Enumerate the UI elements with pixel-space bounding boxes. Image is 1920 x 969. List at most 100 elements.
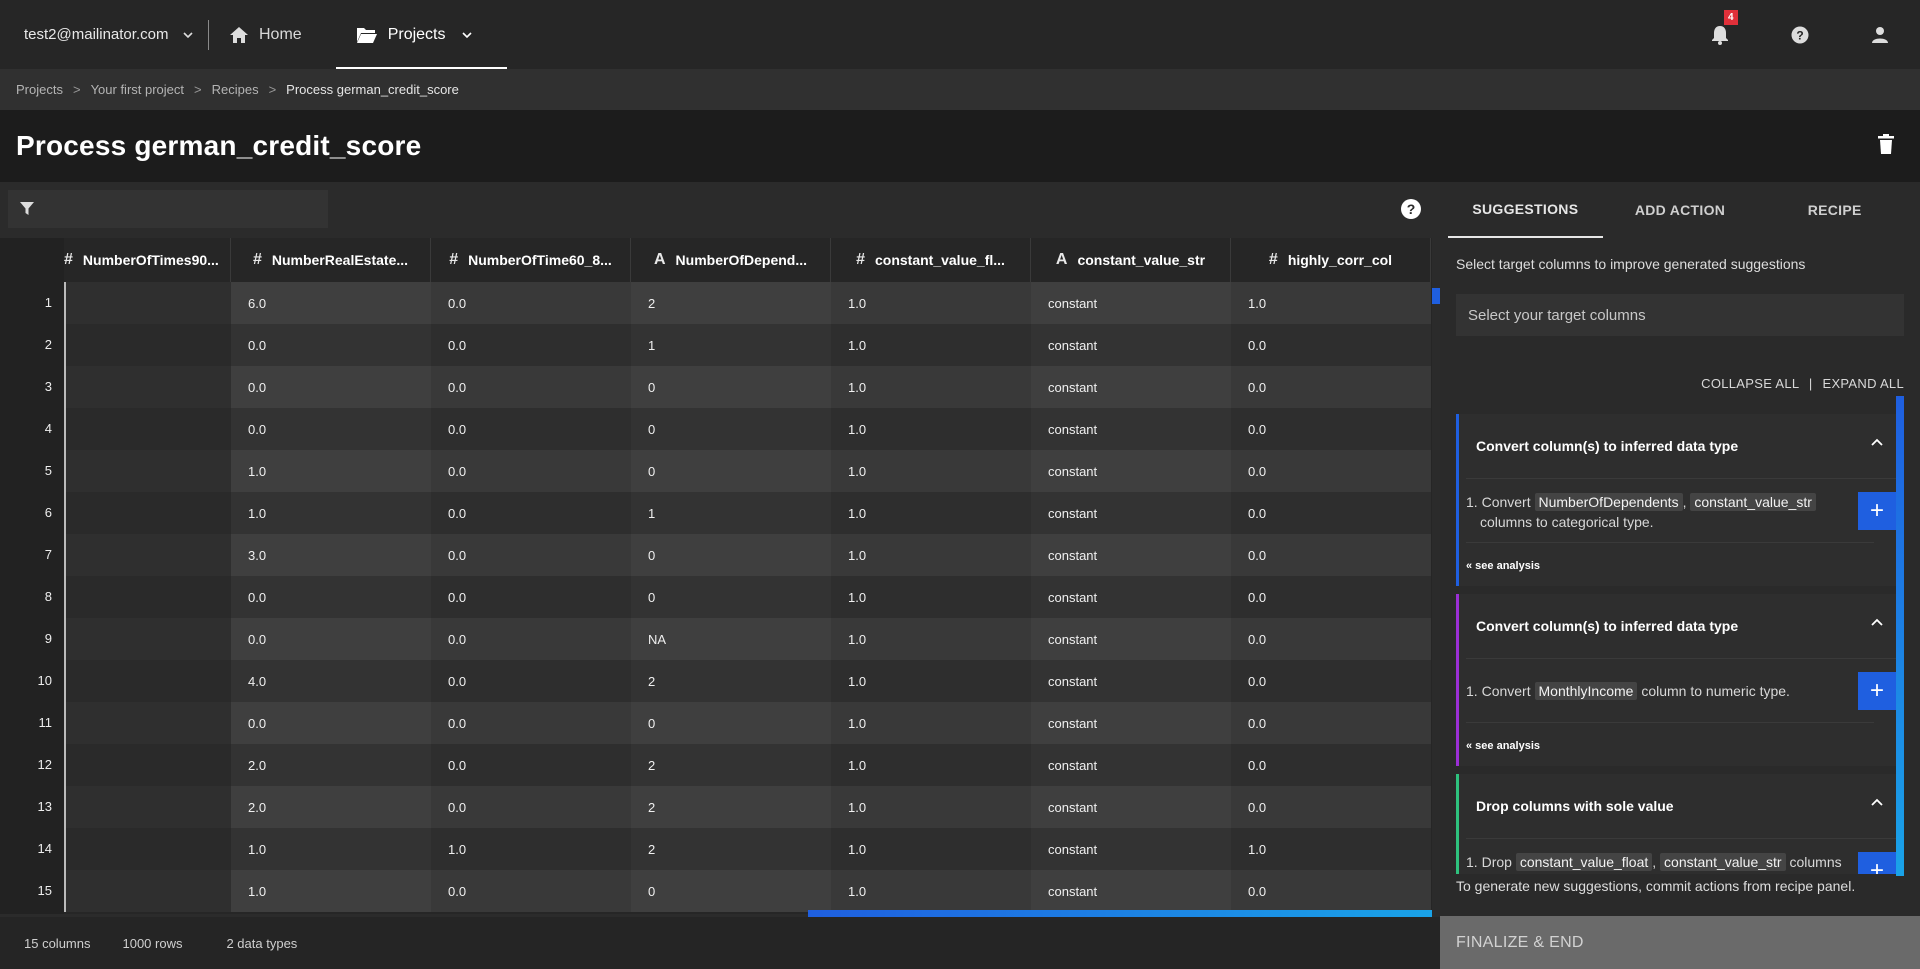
chevron-down-icon[interactable] [461, 29, 473, 41]
table-cell[interactable]: constant [1031, 618, 1231, 660]
table-cell[interactable]: 1 [631, 324, 831, 366]
table-cell[interactable]: 0 [64, 828, 231, 870]
table-cell[interactable]: 4.0 [231, 660, 431, 702]
table-cell[interactable]: 0 [64, 576, 231, 618]
table-cell[interactable]: constant [1031, 492, 1231, 534]
table-cell[interactable]: 1.0 [431, 828, 631, 870]
table-cell[interactable]: 2 [631, 282, 831, 324]
table-cell[interactable]: 0 [631, 870, 831, 912]
table-cell[interactable]: 0 [64, 660, 231, 702]
table-cell[interactable]: 1.0 [831, 660, 1031, 702]
table-cell[interactable]: 0 [64, 618, 231, 660]
table-cell[interactable]: 0.0 [1231, 366, 1431, 408]
table-cell[interactable]: 1.0 [831, 366, 1031, 408]
table-cell[interactable]: 0 [631, 450, 831, 492]
breadcrumb-project[interactable]: Your first project [91, 82, 184, 97]
table-cell[interactable]: 1.0 [831, 828, 1031, 870]
table-cell[interactable]: 0 [64, 492, 231, 534]
table-cell[interactable]: 1.0 [831, 324, 1031, 366]
breadcrumb-recipes[interactable]: Recipes [212, 82, 259, 97]
help-icon[interactable]: ? [1400, 198, 1422, 220]
notifications-button[interactable]: 4 [1680, 0, 1760, 69]
table-cell[interactable]: constant [1031, 660, 1231, 702]
target-columns-input[interactable] [1456, 294, 1904, 336]
user-account-menu[interactable]: test2@mailinator.com [0, 0, 208, 69]
column-header[interactable]: # NumberOfTime60_8... [431, 238, 631, 282]
chevron-up-icon[interactable] [1870, 616, 1884, 630]
table-cell[interactable]: constant [1031, 450, 1231, 492]
table-cell[interactable]: 0 [631, 366, 831, 408]
add-suggestion-button[interactable]: + [1858, 672, 1896, 710]
table-cell[interactable]: 0 [64, 786, 231, 828]
table-cell[interactable]: 0.0 [431, 450, 631, 492]
table-cell[interactable]: 0 [64, 324, 231, 366]
table-cell[interactable]: 1 [631, 492, 831, 534]
table-cell[interactable]: 6.0 [231, 282, 431, 324]
table-cell[interactable]: 2 [631, 744, 831, 786]
table-cell[interactable]: 1.0 [831, 576, 1031, 618]
table-cell[interactable]: 0.0 [431, 324, 631, 366]
table-cell[interactable]: 2 [631, 828, 831, 870]
table-cell[interactable]: 0.0 [1231, 324, 1431, 366]
table-cell[interactable]: 0 [631, 576, 831, 618]
column-header[interactable]: # constant_value_fl... [831, 238, 1031, 282]
table-cell[interactable]: 0.0 [431, 786, 631, 828]
table-cell[interactable]: 0.0 [431, 366, 631, 408]
table-cell[interactable]: 1.0 [231, 492, 431, 534]
trash-icon[interactable] [1878, 134, 1894, 154]
horizontal-scroll-thumb[interactable] [808, 910, 1432, 917]
column-header[interactable]: Aconstant_value_str [1031, 238, 1231, 282]
table-cell[interactable]: constant [1031, 282, 1231, 324]
table-cell[interactable]: 0 [64, 744, 231, 786]
filter-bar[interactable] [8, 190, 328, 228]
vertical-scroll-thumb[interactable] [1432, 288, 1440, 304]
column-header[interactable]: # highly_corr_col [1231, 238, 1431, 282]
vertical-scrollbar[interactable] [1432, 238, 1440, 914]
table-cell[interactable]: 0.0 [1231, 576, 1431, 618]
table-cell[interactable]: 0 [64, 450, 231, 492]
column-header[interactable]: # NumberRealEstate... [231, 238, 431, 282]
see-analysis-link[interactable]: « see analysis [1466, 740, 1540, 752]
table-cell[interactable]: 2.0 [231, 744, 431, 786]
table-cell[interactable]: 0.0 [1231, 744, 1431, 786]
table-cell[interactable]: 0.0 [431, 282, 631, 324]
table-cell[interactable]: 1.0 [831, 744, 1031, 786]
table-cell[interactable]: 0 [64, 366, 231, 408]
table-cell[interactable]: constant [1031, 744, 1231, 786]
table-cell[interactable]: 0 [64, 408, 231, 450]
chevron-up-icon[interactable] [1870, 436, 1884, 450]
table-cell[interactable]: 0.0 [1231, 702, 1431, 744]
table-cell[interactable]: 0.0 [231, 618, 431, 660]
table-cell[interactable]: 0.0 [431, 534, 631, 576]
finalize-end-button[interactable]: FINALIZE & END [1440, 916, 1920, 969]
table-cell[interactable]: constant [1031, 534, 1231, 576]
table-cell[interactable]: 0.0 [231, 324, 431, 366]
table-cell[interactable]: 1.0 [831, 492, 1031, 534]
table-cell[interactable]: 0.0 [431, 618, 631, 660]
table-cell[interactable]: 0 [64, 702, 231, 744]
table-cell[interactable]: constant [1031, 408, 1231, 450]
table-cell[interactable]: 1.0 [231, 828, 431, 870]
table-cell[interactable]: 2.0 [231, 786, 431, 828]
column-header[interactable]: # NumberOfTimes90... [64, 238, 231, 282]
table-cell[interactable]: 1.0 [831, 534, 1031, 576]
table-cell[interactable]: NA [631, 618, 831, 660]
table-cell[interactable]: 0.0 [231, 408, 431, 450]
table-cell[interactable]: 2 [631, 786, 831, 828]
table-cell[interactable]: 1.0 [831, 786, 1031, 828]
table-cell[interactable]: 1.0 [231, 870, 431, 912]
see-analysis-link[interactable]: « see analysis [1466, 560, 1540, 572]
table-cell[interactable]: 0.0 [1231, 408, 1431, 450]
table-cell[interactable]: 0.0 [231, 576, 431, 618]
tab-recipe[interactable]: RECIPE [1757, 182, 1912, 238]
breadcrumb-projects[interactable]: Projects [16, 82, 63, 97]
cards-scroll-thumb[interactable] [1896, 396, 1904, 876]
card-title[interactable]: Drop columns with sole value [1476, 798, 1674, 814]
table-cell[interactable]: 0.0 [1231, 786, 1431, 828]
table-cell[interactable]: 0 [64, 870, 231, 912]
profile-button[interactable] [1840, 0, 1920, 69]
table-cell[interactable]: 1.0 [831, 702, 1031, 744]
table-cell[interactable]: 0.0 [431, 702, 631, 744]
table-cell[interactable]: 0.0 [1231, 534, 1431, 576]
tab-add-action[interactable]: ADD ACTION [1603, 182, 1758, 238]
